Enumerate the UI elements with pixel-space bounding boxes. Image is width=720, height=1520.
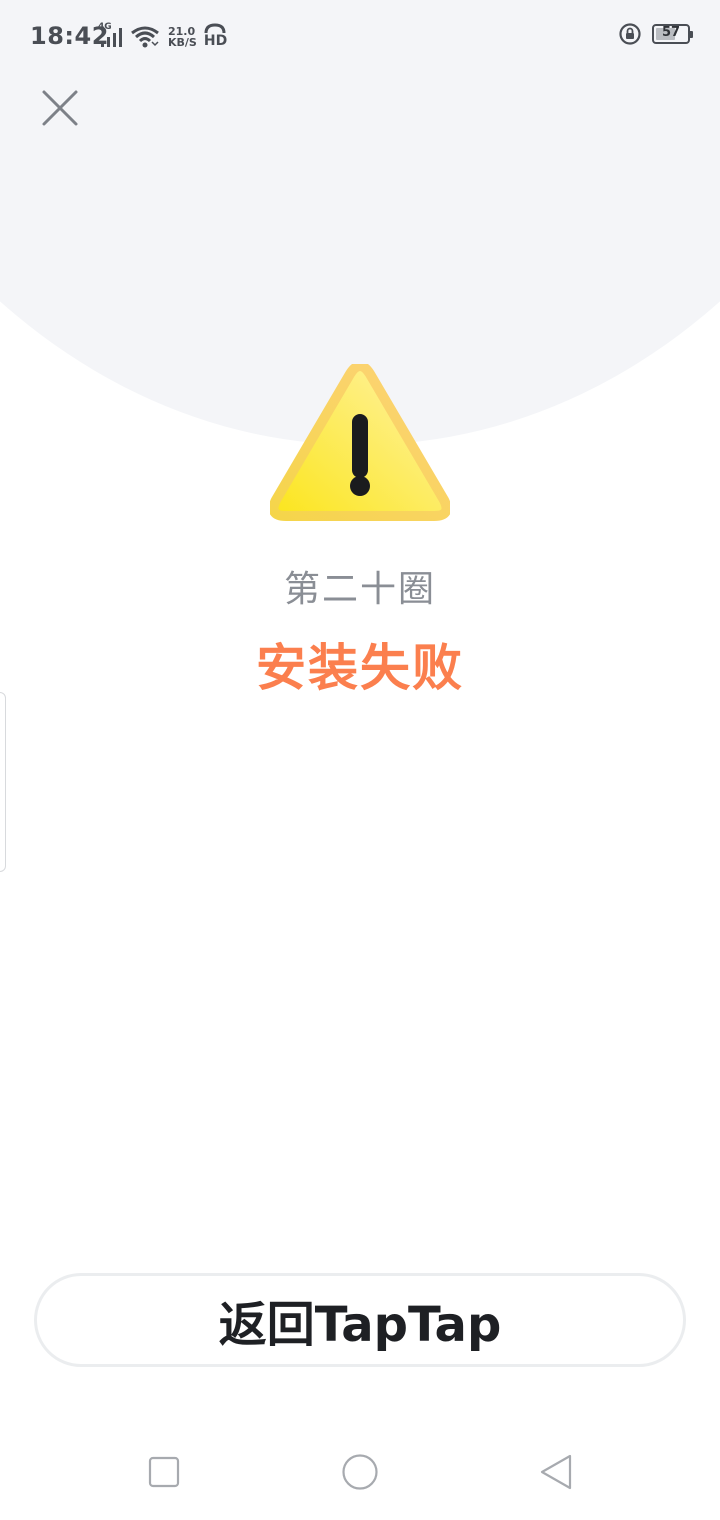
warning-triangle-icon (270, 364, 450, 521)
close-icon (42, 90, 78, 126)
status-bar: 18:42 4G 21.0 KB/S HD 57 (0, 0, 720, 72)
side-edge-handle[interactable] (0, 692, 6, 872)
navigation-bar (0, 1420, 720, 1520)
signal-icon: 4G (98, 22, 124, 50)
recent-apps-icon[interactable] (144, 1452, 184, 1492)
battery-level: 57 (661, 25, 681, 40)
rotation-lock-icon (619, 23, 641, 45)
battery-icon: 57 (652, 24, 693, 44)
status-icons-right: 57 (618, 22, 693, 46)
hd-call-icon: HD (203, 23, 227, 51)
back-icon[interactable] (536, 1452, 576, 1492)
network-speed-unit: KB/S (168, 36, 197, 49)
install-status-text: 安装失败 (256, 639, 464, 697)
close-button[interactable] (38, 86, 82, 130)
network-speed: 21.0 KB/S (168, 26, 197, 48)
wifi-icon (131, 26, 159, 48)
return-taptap-button[interactable]: 返回TapTap (34, 1273, 686, 1367)
app-name: 第二十圈 (283, 569, 436, 610)
network-type-label: 4G (98, 22, 112, 32)
status-icons-left: 4G 21.0 KB/S HD (98, 22, 227, 52)
home-icon[interactable] (340, 1452, 380, 1492)
install-result-screen: 18:42 4G 21.0 KB/S HD 57 第二十圈 安装失败 返回Tap… (0, 0, 720, 1520)
hd-label: HD (203, 33, 228, 49)
